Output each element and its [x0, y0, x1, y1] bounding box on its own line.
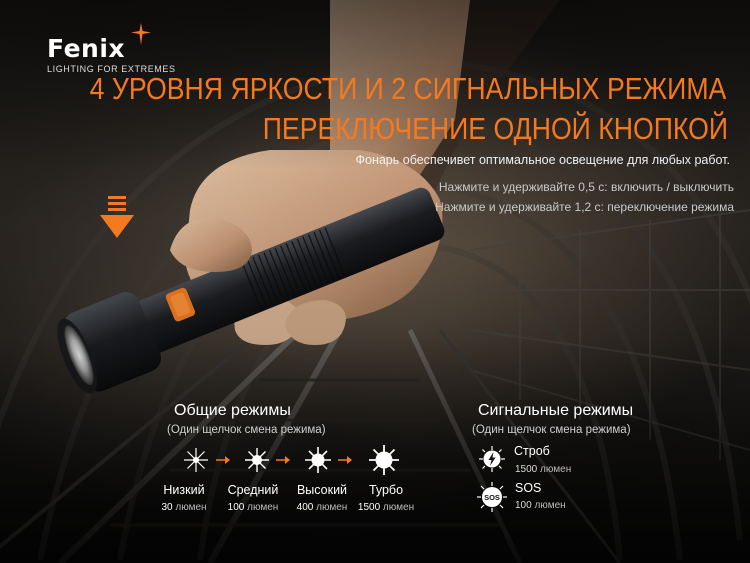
general-modes-title: Общие режимы [174, 402, 291, 419]
orange-arrow-icon [338, 456, 352, 464]
signal-modes-subtitle: (Один щелчок смена режима) [472, 424, 631, 436]
mode-name: Низкий [163, 483, 205, 497]
down-arrow-icon [100, 196, 134, 238]
fenix-star-logo-icon [131, 23, 151, 45]
light-burst-icon [305, 447, 331, 473]
mode-lumens: 30 люмен [161, 502, 207, 513]
headline-line-1: 4 УРОВНЯ ЯРКОСТИ И 2 СИГНАЛЬНЫХ РЕЖИМА [89, 71, 726, 106]
brand-name: Fenix [47, 34, 126, 63]
mode-name: Турбо [368, 483, 404, 497]
mode-medium: Средний 100 люмен [213, 483, 293, 513]
fenix-logo: Fenix LIGHTING FOR EXTREMES [47, 23, 176, 74]
mode-lumens: 1500 люмен [357, 502, 415, 513]
signal-mode-strobe-lumens: 1500 люмен [515, 464, 572, 475]
signal-mode-sos-name: SOS [515, 481, 542, 495]
lightning-icon [479, 446, 505, 472]
orange-arrow-icon [276, 456, 290, 464]
signal-mode-sos-lumens: 100 люмен [515, 500, 566, 511]
signal-modes-title: Сигнальные режимы [478, 402, 634, 419]
headline-subtitle: Фонарь обеспечивет оптимальное освещение… [355, 153, 731, 167]
mode-name: Средний [227, 483, 279, 497]
ad-banner: Fenix LIGHTING FOR EXTREMES 4 УРОВНЯ ЯРК… [0, 0, 750, 563]
svg-text:SOS: SOS [484, 493, 500, 502]
light-burst-icon [369, 445, 399, 475]
orange-arrow-icon [216, 456, 230, 464]
light-burst-icon [184, 448, 208, 472]
mode-lumens: 100 люмен [227, 502, 279, 513]
mode-low: Низкий 30 люмен [144, 483, 224, 513]
light-burst-icon [245, 448, 269, 472]
signal-mode-strobe-name: Строб [514, 444, 550, 458]
mode-turbo: Турбо 1500 люмен [346, 483, 426, 513]
headline-line-2: ПЕРЕКЛЮЧЕНИЕ ОДНОЙ КНОПКОЙ [262, 111, 728, 146]
sos-icon: SOS [477, 482, 507, 512]
instruction-on-off: Нажмите и удерживайте 0,5 с: включить / … [438, 180, 734, 194]
general-modes-subtitle: (Один щелчок смена режима) [167, 424, 326, 436]
instruction-mode-switch: Нажмите и удерживайте 1,2 с: переключени… [435, 200, 734, 214]
